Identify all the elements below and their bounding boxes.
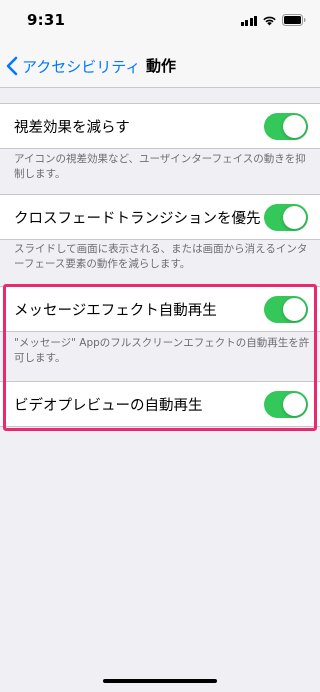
status-bar: 9:31 — [0, 0, 320, 44]
setting-footnote: "メッセージ" Appのフルスクリーンエフェクトの自動再生を許可します。 — [14, 337, 310, 364]
setting-label: メッセージエフェクト自動再生 — [14, 302, 217, 319]
setting-row-crossfade[interactable]: クロスフェードトランジションを優先 — [0, 195, 320, 239]
navigation-bar: アクセシビリティ 動作 — [0, 44, 320, 88]
back-label: アクセシビリティ — [22, 57, 141, 76]
setting-label: 視差効果を減らす — [14, 119, 130, 136]
setting-group-reduce-motion: 視差効果を減らす — [0, 103, 320, 149]
crossfade-toggle[interactable] — [264, 203, 308, 231]
setting-label: ビデオプレビューの自動再生 — [14, 397, 203, 414]
setting-group-video-preview: ビデオプレビューの自動再生 — [0, 381, 320, 427]
message-effects-toggle[interactable] — [264, 295, 308, 323]
setting-footnote: アイコンの視差効果など、ユーザインターフェイスの動きを抑制します。 — [14, 153, 306, 180]
video-preview-toggle[interactable] — [264, 390, 308, 418]
setting-group-message-effects: メッセージエフェクト自動再生 — [0, 286, 320, 332]
setting-group-crossfade: クロスフェードトランジションを優先 — [0, 194, 320, 240]
setting-row-reduce-motion[interactable]: 視差効果を減らす — [0, 104, 320, 148]
setting-row-video-preview[interactable]: ビデオプレビューの自動再生 — [0, 382, 320, 426]
setting-label: クロスフェードトランジションを優先 — [14, 210, 261, 227]
setting-footnote: スライドして画面に表示される、または画面から消えるインターフェース要素の動作を減… — [14, 243, 308, 270]
wifi-icon — [262, 15, 277, 26]
back-button[interactable]: アクセシビリティ — [6, 44, 140, 88]
home-indicator — [103, 679, 217, 683]
status-icons — [240, 13, 307, 27]
chevron-left-icon — [6, 56, 18, 76]
page-title: 動作 — [146, 57, 177, 75]
reduce-motion-toggle[interactable] — [264, 112, 308, 140]
setting-row-message-effects[interactable]: メッセージエフェクト自動再生 — [0, 287, 320, 331]
battery-icon — [282, 14, 306, 26]
signal-icon — [240, 15, 257, 26]
status-time: 9:31 — [27, 11, 66, 29]
